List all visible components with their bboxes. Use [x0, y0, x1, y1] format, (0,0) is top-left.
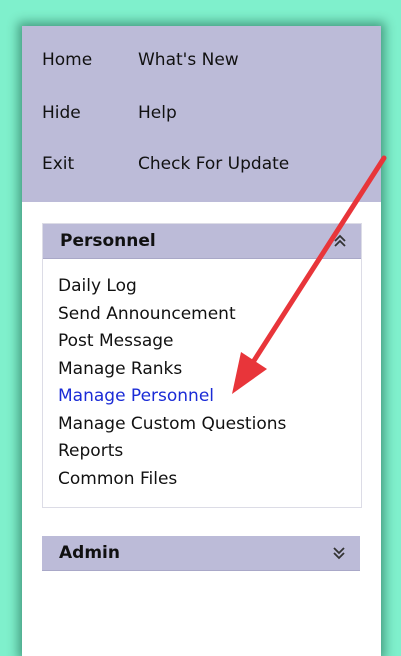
personnel-section-header[interactable]: Personnel [43, 224, 361, 259]
menu-item-whats-new[interactable]: What's New [138, 50, 239, 70]
personnel-links: Daily Log Send Announcement Post Message… [43, 259, 361, 507]
navigation-panel: Home What's New Hide Help Exit Check For… [22, 26, 381, 656]
top-menu: Home What's New Hide Help Exit Check For… [22, 26, 381, 202]
admin-section-title: Admin [59, 543, 120, 563]
link-daily-log[interactable]: Daily Log [58, 273, 361, 301]
chevron-double-down-icon[interactable] [332, 545, 346, 561]
link-reports[interactable]: Reports [58, 438, 361, 466]
menu-item-check-for-update[interactable]: Check For Update [138, 154, 289, 174]
link-manage-personnel[interactable]: Manage Personnel [58, 383, 361, 411]
admin-section-header[interactable]: Admin [42, 536, 360, 571]
admin-section: Admin [42, 536, 360, 571]
personnel-section: Personnel Daily Log Send Announcement Po… [42, 223, 362, 508]
link-post-message[interactable]: Post Message [58, 328, 361, 356]
menu-item-hide[interactable]: Hide [42, 103, 81, 123]
personnel-section-title: Personnel [60, 231, 156, 251]
menu-item-exit[interactable]: Exit [42, 154, 74, 174]
menu-item-home[interactable]: Home [42, 50, 92, 70]
link-common-files[interactable]: Common Files [58, 466, 361, 494]
chevron-double-up-icon[interactable] [333, 233, 347, 249]
link-manage-ranks[interactable]: Manage Ranks [58, 356, 361, 384]
link-manage-custom-questions[interactable]: Manage Custom Questions [58, 411, 361, 439]
menu-item-help[interactable]: Help [138, 103, 177, 123]
link-send-announcement[interactable]: Send Announcement [58, 301, 361, 329]
